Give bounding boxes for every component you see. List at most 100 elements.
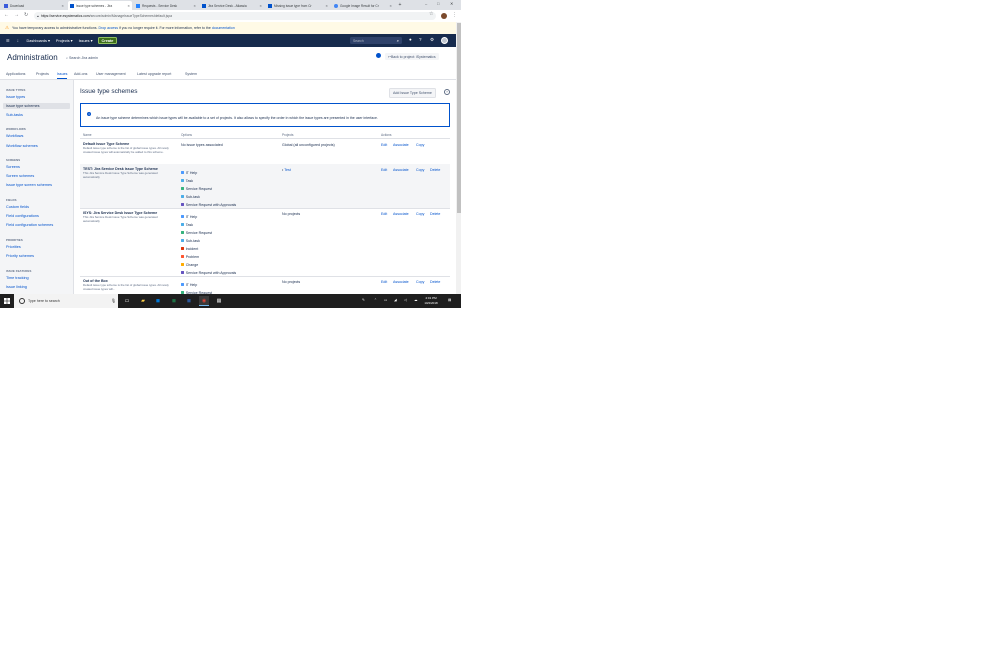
associate-action-link[interactable]: Associate (393, 143, 409, 147)
back-arrow-icon[interactable]: ← (4, 12, 9, 18)
close-icon[interactable]: ✕ (193, 4, 196, 8)
edit-action-link[interactable]: Edit (381, 143, 387, 147)
jira-logo-icon[interactable]: ⁞ (17, 39, 18, 43)
network-icon[interactable]: ◢ (394, 298, 397, 302)
new-tab-icon[interactable]: + (396, 1, 404, 9)
tab-latest-upgrade-report[interactable]: Latest upgrade report (137, 72, 171, 76)
file-explorer-icon[interactable]: ▰ (138, 296, 148, 306)
sidebar-item-issue-type-schemes[interactable]: Issue type schemes (3, 103, 70, 109)
project-link[interactable]: Test (284, 168, 291, 172)
help-icon[interactable]: ? (419, 37, 422, 42)
edit-action-link[interactable]: Edit (381, 280, 387, 284)
action-center-icon[interactable]: ▤ (448, 298, 451, 302)
sidebar-item-screen-schemes[interactable]: Screen schemes (6, 174, 34, 178)
copy-action-link[interactable]: Copy (416, 212, 424, 216)
delete-action-link[interactable]: Delete (430, 212, 440, 216)
sidebar-item-time-tracking[interactable]: Time tracking (6, 276, 29, 280)
reload-icon[interactable]: ↻ (24, 12, 28, 18)
tab-applications[interactable]: Applications (6, 72, 25, 76)
nav-issues[interactable]: Issues ▾ (79, 38, 93, 43)
volume-icon[interactable]: ◁ (404, 298, 407, 302)
tab-system[interactable]: System (185, 72, 197, 76)
feedback-icon[interactable] (376, 53, 381, 58)
task-view-icon[interactable]: ▭ (122, 296, 132, 306)
copy-action-link[interactable]: Copy (416, 143, 424, 147)
address-bar[interactable]: 🔒︎ https://service.esystematics.com/secu… (34, 12, 436, 20)
nav-dashboards[interactable]: Dashboards ▾ (26, 38, 49, 43)
browser-profile-avatar[interactable] (441, 13, 447, 19)
gear-icon[interactable]: ⚙ (430, 37, 434, 43)
close-icon[interactable]: ✕ (325, 4, 328, 8)
sidebar-item-issue-type-screen-schemes[interactable]: Issue type screen schemes (6, 183, 52, 187)
chevron-up-icon[interactable]: ⌃ (374, 298, 377, 302)
back-to-project-button[interactable]: ↩ Back to project: iSystematics (385, 53, 439, 60)
add-issue-type-scheme-button[interactable]: Add Issue Type Scheme (389, 88, 436, 98)
edit-action-link[interactable]: Edit (381, 168, 387, 172)
browser-tab[interactable]: Requests - Service Desk ✕ (134, 1, 198, 10)
sidebar-item-issue-linking[interactable]: Issue linking (6, 285, 27, 289)
scrollbar-thumb[interactable] (456, 23, 461, 213)
word-icon[interactable]: ◼ (184, 296, 194, 306)
drop-access-link[interactable]: Drop access (99, 26, 118, 30)
issue-type-label: Incident (185, 246, 199, 251)
chrome-icon[interactable]: ◉ (199, 296, 209, 306)
help-icon[interactable]: ? (444, 89, 450, 95)
bookmark-star-icon[interactable]: ☆ (429, 11, 433, 17)
associate-action-link[interactable]: Associate (393, 280, 409, 284)
screenshot: Download ✕ Issue type schemes - Jira ✕ R… (0, 0, 461, 308)
create-button[interactable]: Create (97, 36, 118, 45)
battery-icon[interactable]: ▭ (384, 298, 387, 302)
microphone-icon[interactable]: 🎙︎ (111, 298, 116, 303)
copy-action-link[interactable]: Copy (416, 168, 424, 172)
browser-tab[interactable]: Download ✕ (2, 1, 66, 10)
sidebar-item-workflows[interactable]: Workflows (6, 134, 23, 138)
notification-icon[interactable]: ● (409, 37, 412, 42)
sidebar-item-custom-fields[interactable]: Custom fields (6, 205, 29, 209)
sidebar-item-issue-types[interactable]: Issue types (6, 95, 25, 99)
taskbar-clock[interactable]: 4:01 PM 10/2/2018 (419, 296, 443, 305)
windows-start-icon[interactable] (4, 298, 10, 304)
browser-tab-active[interactable]: Issue type schemes - Jira ✕ (68, 1, 132, 10)
associate-action-link[interactable]: Associate (393, 168, 409, 172)
tab-issues[interactable]: Issues (57, 72, 68, 79)
browser-tab[interactable]: Missing issue type from Cr ✕ (266, 1, 330, 10)
window-close-icon[interactable]: ✕ (450, 1, 453, 6)
user-avatar[interactable] (441, 37, 448, 44)
taskbar-search-input[interactable]: Type here to search (14, 294, 118, 308)
browser-menu-icon[interactable]: ⋮ (452, 12, 457, 18)
sidebar-item-workflow-schemes[interactable]: Workflow schemes (6, 144, 38, 148)
sidebar-item-field-configuration-schemes[interactable]: Field configuration schemes (6, 223, 53, 227)
edit-action-link[interactable]: Edit (381, 212, 387, 216)
close-icon[interactable]: ✕ (259, 4, 262, 8)
sidebar-item-priority-schemes[interactable]: Priority schemes (6, 254, 34, 258)
close-icon[interactable]: ✕ (61, 4, 64, 8)
app-switcher-icon[interactable]: ☰ (6, 38, 9, 43)
tab-add-ons[interactable]: Add-ons (74, 72, 87, 76)
sidebar-item-screens[interactable]: Screens (6, 165, 20, 169)
documentation-link[interactable]: documentation (212, 26, 235, 30)
quick-search-input[interactable]: Search ⌕ (350, 37, 402, 44)
close-icon[interactable]: ✕ (389, 4, 392, 8)
sidebar-item-field-configurations[interactable]: Field configurations (6, 214, 39, 218)
admin-search-link[interactable]: ⌕ Search Jira admin (66, 56, 98, 60)
minimize-icon[interactable]: – (425, 1, 427, 6)
tab-user-management[interactable]: User management (96, 72, 126, 76)
copy-action-link[interactable]: Copy (416, 280, 424, 284)
delete-action-link[interactable]: Delete (430, 280, 440, 284)
calculator-icon[interactable]: ▦ (214, 296, 224, 306)
onedrive-icon[interactable]: ☁ (414, 298, 418, 302)
associate-action-link[interactable]: Associate (393, 212, 409, 216)
pen-icon[interactable]: ✎ (362, 298, 365, 302)
excel-icon[interactable]: ◼ (169, 296, 179, 306)
outlook-icon[interactable]: ◼ (153, 296, 163, 306)
browser-tab[interactable]: Jira Service Desk - Atlassia ✕ (200, 1, 264, 10)
sidebar-item-sub-tasks[interactable]: Sub-tasks (6, 113, 23, 117)
browser-tab[interactable]: Google Image Result for Cr ✕ (332, 1, 394, 10)
close-icon[interactable]: ✕ (127, 4, 130, 8)
forward-arrow-icon[interactable]: → (14, 12, 19, 18)
tab-projects[interactable]: Projects (36, 72, 49, 76)
nav-projects[interactable]: Projects ▾ (56, 38, 73, 43)
delete-action-link[interactable]: Delete (430, 168, 440, 172)
sidebar-item-priorities[interactable]: Priorities (6, 245, 21, 249)
maximize-icon[interactable]: □ (437, 1, 439, 6)
